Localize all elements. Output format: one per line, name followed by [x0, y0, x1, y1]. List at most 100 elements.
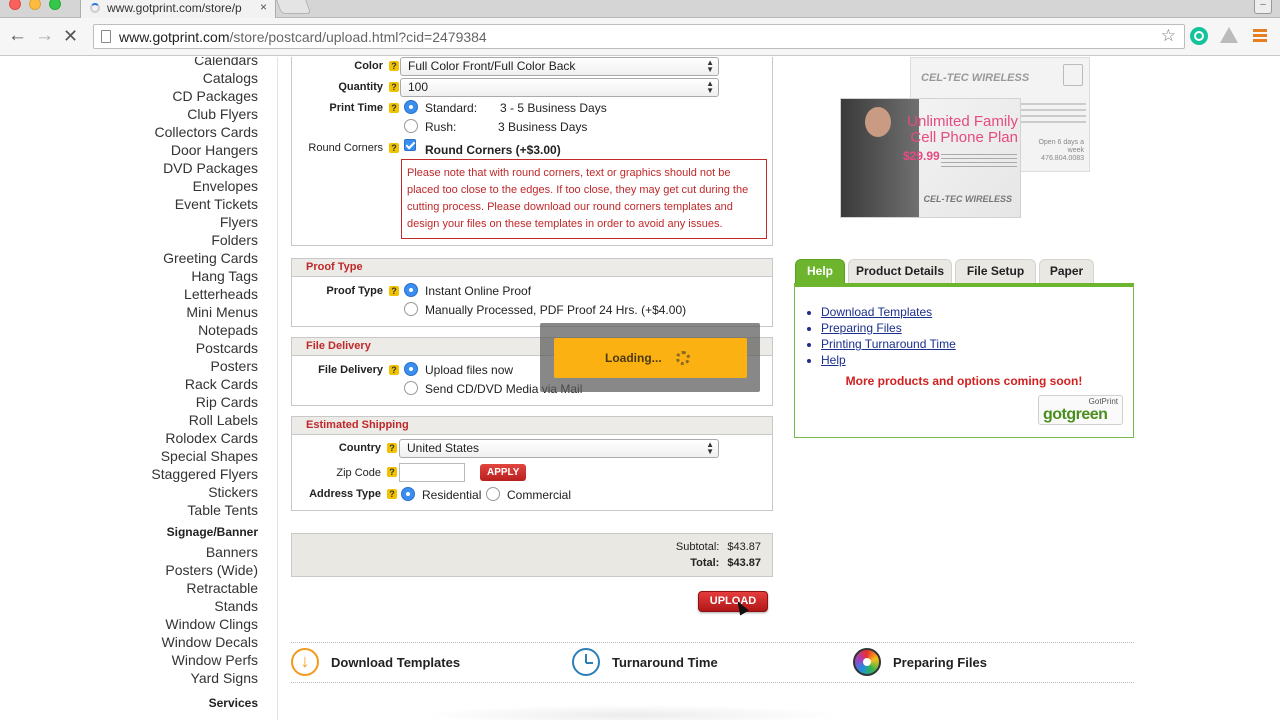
zip-code-input[interactable] — [399, 463, 465, 482]
residential-label: Residential — [422, 488, 482, 502]
sidebar-item[interactable]: Window Perfs — [151, 651, 258, 669]
maximize-window-button[interactable] — [49, 0, 61, 10]
help-question-icon[interactable]: ? — [387, 443, 397, 453]
tab-paper[interactable]: Paper — [1039, 259, 1094, 283]
help-question-icon[interactable]: ? — [389, 103, 399, 113]
apply-button[interactable]: APPLY — [480, 464, 527, 481]
sidebar-item[interactable]: Folders — [151, 231, 258, 249]
sidebar-item[interactable]: Staggered Flyers — [151, 465, 258, 483]
help-question-icon[interactable]: ? — [389, 143, 399, 153]
sidebar-item[interactable]: Greeting Cards — [151, 249, 258, 267]
sidebar-item[interactable]: CD Packages — [151, 87, 258, 105]
new-tab-button[interactable] — [274, 0, 312, 14]
url-text[interactable]: www.gotprint.com/store/postcard/upload.h… — [119, 29, 487, 45]
profile-icon[interactable]: – — [1254, 0, 1272, 14]
sidebar-item[interactable]: Event Tickets — [151, 195, 258, 213]
help-link[interactable]: Preparing Files — [821, 320, 956, 336]
country-select[interactable]: United States ▲ ▼ — [399, 439, 719, 458]
sidebar-item[interactable]: Hang Tags — [151, 267, 258, 285]
sidebar-item[interactable]: Envelopes — [151, 177, 258, 195]
round-corners-note: Please note that with round corners, tex… — [401, 159, 767, 239]
color-select[interactable]: Full Color Front/Full Color Back ▲ ▼ — [400, 57, 719, 76]
round-corners-checkbox[interactable] — [404, 139, 416, 151]
sidebar-item[interactable]: Club Flyers — [151, 105, 258, 123]
clock-icon — [572, 648, 600, 676]
help-question-icon[interactable]: ? — [387, 489, 397, 499]
instant-proof-radio[interactable] — [404, 283, 418, 297]
upload-button[interactable]: UPLOAD — [698, 591, 768, 612]
sidebar-item[interactable]: Yard Signs — [151, 669, 258, 687]
sidebar-item[interactable]: Roll Labels — [151, 411, 258, 429]
sidebar-item[interactable]: Mini Menus — [151, 303, 258, 321]
country-label: Country — [338, 442, 381, 454]
rush-radio[interactable] — [404, 119, 418, 133]
help-question-icon[interactable]: ? — [389, 286, 399, 296]
sidebar-item[interactable]: Collectors Cards — [151, 123, 258, 141]
tab-close-icon[interactable]: × — [260, 0, 267, 14]
help-link[interactable]: Help — [821, 352, 956, 368]
sidebar-item[interactable]: Postcards — [151, 339, 258, 357]
loading-spinner-icon — [676, 351, 690, 365]
sidebar-item[interactable]: Table Tents — [151, 501, 258, 519]
browser-tab[interactable]: www.gotprint.com/store/p × — [80, 0, 276, 18]
address-bar[interactable]: www.gotprint.com/store/postcard/upload.h… — [93, 24, 1185, 49]
sidebar-item[interactable]: Stands — [151, 597, 258, 615]
upload-now-radio[interactable] — [404, 362, 418, 376]
residential-radio[interactable] — [401, 487, 415, 501]
stop-loading-icon[interactable]: ✕ — [63, 26, 78, 46]
minimize-window-button[interactable] — [29, 0, 41, 10]
tab-title: www.gotprint.com/store/p — [107, 1, 242, 15]
coming-soon-text: More products and options coming soon! — [845, 374, 1083, 388]
commercial-radio[interactable] — [486, 487, 500, 501]
quantity-select[interactable]: 100 ▲ ▼ — [400, 78, 719, 97]
sidebar-item[interactable]: Rip Cards — [151, 393, 258, 411]
sidebar-item[interactable]: Notepads — [151, 321, 258, 339]
gotgreen-logo[interactable]: GotPrint gotgreen — [1038, 395, 1123, 425]
grammarly-extension-icon[interactable] — [1190, 27, 1208, 45]
sidebar-item[interactable]: Retractable — [151, 579, 258, 597]
commercial-label: Commercial — [507, 488, 572, 502]
sidebar-item[interactable]: Door Hangers — [151, 141, 258, 159]
help-question-icon[interactable]: ? — [389, 365, 399, 375]
sidebar-item[interactable]: Catalogs — [151, 69, 258, 87]
postcard-front: Unlimited Family Cell Phone Plan $29.99 … — [840, 98, 1021, 218]
sidebar-item[interactable]: Rolodex Cards — [151, 429, 258, 447]
stamp-box — [1063, 64, 1083, 86]
sidebar-group-heading: Signage/Banner — [166, 525, 258, 539]
sidebar-item[interactable]: Posters (Wide) — [151, 561, 258, 579]
drive-extension-icon[interactable] — [1220, 27, 1238, 43]
select-arrows-icon: ▲ ▼ — [706, 440, 714, 456]
help-link[interactable]: Download Templates — [821, 304, 956, 320]
sidebar-item[interactable]: Window Decals — [151, 633, 258, 651]
manual-proof-radio[interactable] — [404, 302, 418, 316]
tab-product-details[interactable]: Product Details — [848, 259, 952, 283]
total-value: $43.87 — [727, 557, 761, 569]
sidebar-item[interactable]: Stickers — [151, 483, 258, 501]
tab-loading-icon — [90, 3, 100, 13]
sidebar-item[interactable]: Banners — [151, 543, 258, 561]
bookmark-star-icon[interactable]: ☆ — [1161, 26, 1176, 46]
sidebar-item[interactable]: Special Shapes — [151, 447, 258, 465]
help-link[interactable]: Printing Turnaround Time — [821, 336, 956, 352]
help-question-icon[interactable]: ? — [389, 61, 399, 71]
sidebar-item[interactable]: Rack Cards — [151, 375, 258, 393]
close-window-button[interactable] — [9, 0, 21, 10]
mail-media-radio[interactable] — [404, 381, 418, 395]
sidebar-item[interactable]: Flyers — [151, 213, 258, 231]
browser-menu-icon[interactable] — [1253, 29, 1267, 44]
standard-radio[interactable] — [404, 100, 418, 114]
tab-file-setup[interactable]: File Setup — [955, 259, 1036, 283]
sidebar-item[interactable]: DVD Packages — [151, 159, 258, 177]
options-panel: Color ? Full Color Front/Full Color Back… — [291, 57, 773, 246]
sidebar-item[interactable]: Window Clings — [151, 615, 258, 633]
back-arrow-icon[interactable]: ← — [8, 26, 27, 46]
sidebar-item[interactable]: Calendars — [151, 57, 258, 69]
sidebar-item[interactable]: Posters — [151, 357, 258, 375]
help-question-icon[interactable]: ? — [387, 467, 397, 477]
help-question-icon[interactable]: ? — [389, 82, 399, 92]
forward-arrow-icon[interactable]: → — [35, 26, 54, 46]
subtotal-label: Subtotal: — [675, 541, 720, 553]
tab-help[interactable]: Help — [795, 259, 845, 283]
proof-type-header: Proof Type — [292, 259, 772, 277]
sidebar-item[interactable]: Letterheads — [151, 285, 258, 303]
